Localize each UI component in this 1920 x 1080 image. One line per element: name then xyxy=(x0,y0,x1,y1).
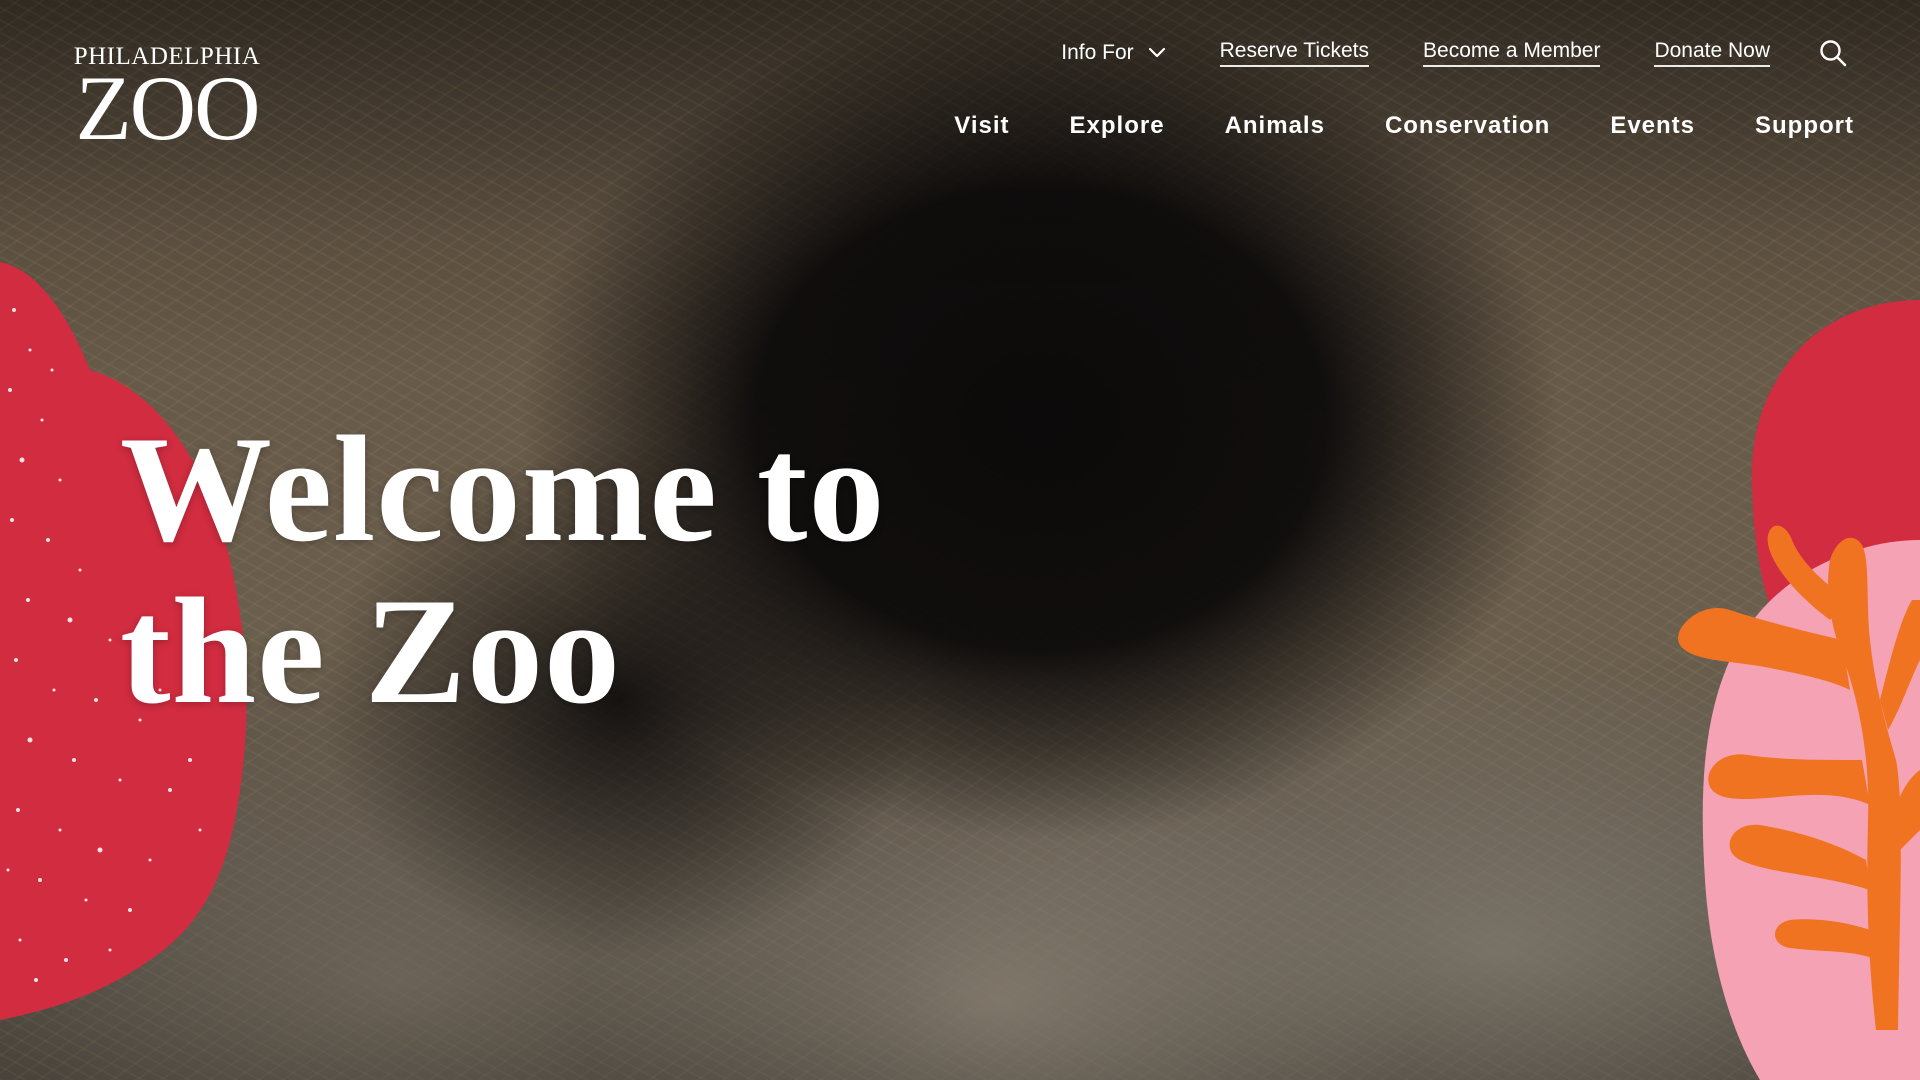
hero-title-line-2: the Zoo xyxy=(120,567,621,735)
nav-item-conservation[interactable]: Conservation xyxy=(1385,112,1550,140)
nav-item-animals[interactable]: Animals xyxy=(1225,112,1325,140)
search-icon xyxy=(1818,38,1848,68)
donate-now-link[interactable]: Donate Now xyxy=(1654,39,1770,67)
nav-item-visit[interactable]: Visit xyxy=(954,112,1009,140)
nav-item-support[interactable]: Support xyxy=(1755,112,1854,140)
logo-main-text: ZOO xyxy=(75,57,260,159)
search-button[interactable] xyxy=(1818,38,1848,68)
hero-title-line-1: Welcome to xyxy=(120,405,886,573)
hero-title: Welcome to the Zoo xyxy=(120,408,885,732)
info-for-label: Info For xyxy=(1061,41,1134,64)
page: PHILADELPHIA ZOO Info For Reserve Ticket… xyxy=(0,0,1920,1080)
utility-nav: Info For Reserve Tickets Become a Member… xyxy=(1061,38,1848,68)
become-member-link[interactable]: Become a Member xyxy=(1423,39,1601,67)
philadelphia-zoo-logo[interactable]: PHILADELPHIA ZOO xyxy=(64,44,270,159)
nav-item-explore[interactable]: Explore xyxy=(1070,112,1165,140)
reserve-tickets-link[interactable]: Reserve Tickets xyxy=(1219,39,1370,67)
nav-item-events[interactable]: Events xyxy=(1610,112,1695,140)
info-for-dropdown[interactable]: Info For xyxy=(1061,41,1165,65)
main-nav: Visit Explore Animals Conservation Event… xyxy=(954,112,1854,140)
chevron-down-icon xyxy=(1148,47,1166,59)
